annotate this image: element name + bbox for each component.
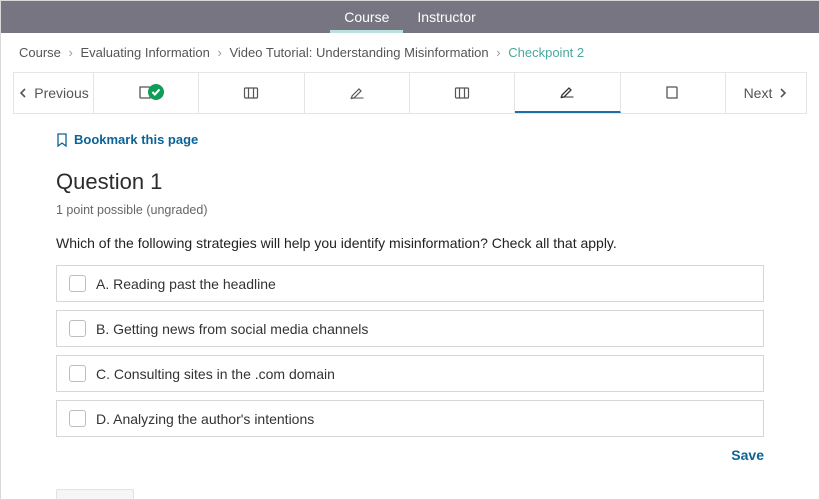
- edit-icon: [349, 85, 365, 101]
- top-nav: Course Instructor: [1, 1, 819, 33]
- next-label: Next: [744, 85, 773, 101]
- submit-button[interactable]: Submit: [56, 489, 134, 500]
- unit-tab-3[interactable]: [305, 73, 410, 113]
- unit-tab-6[interactable]: [621, 73, 726, 113]
- points-text: 1 point possible (ungraded): [56, 203, 764, 217]
- book-icon: [665, 85, 681, 101]
- unit-tab-4[interactable]: [410, 73, 515, 113]
- unit-tab-2[interactable]: [199, 73, 304, 113]
- edit-icon: [559, 84, 575, 100]
- choice-b-checkbox[interactable]: [69, 320, 86, 337]
- unit-tab-1[interactable]: [94, 73, 199, 113]
- sequence-nav: Previous Next: [13, 72, 807, 114]
- chevron-right-icon: ›: [496, 45, 500, 60]
- choice-d-checkbox[interactable]: [69, 410, 86, 427]
- choice-b[interactable]: B. Getting news from social media channe…: [56, 310, 764, 347]
- next-button[interactable]: Next: [726, 73, 806, 113]
- chevron-right-icon: ›: [218, 45, 222, 60]
- chevron-right-icon: [778, 88, 788, 98]
- chevron-right-icon: ›: [69, 45, 73, 60]
- video-icon: [243, 85, 259, 101]
- previous-label: Previous: [34, 85, 88, 101]
- unit-tab-5-active[interactable]: [515, 73, 620, 113]
- breadcrumb-item[interactable]: Evaluating Information: [81, 45, 210, 60]
- previous-button[interactable]: Previous: [14, 73, 94, 113]
- breadcrumb-item[interactable]: Course: [19, 45, 61, 60]
- check-icon: [148, 84, 164, 100]
- choice-d[interactable]: D. Analyzing the author's intentions: [56, 400, 764, 437]
- choice-a[interactable]: A. Reading past the headline: [56, 265, 764, 302]
- nav-instructor[interactable]: Instructor: [403, 1, 489, 33]
- question-prompt: Which of the following strategies will h…: [56, 235, 764, 251]
- choice-a-label: A. Reading past the headline: [96, 276, 276, 292]
- choice-b-label: B. Getting news from social media channe…: [96, 321, 368, 337]
- bookmark-label: Bookmark this page: [74, 132, 198, 147]
- content-area: Bookmark this page Question 1 1 point po…: [1, 114, 819, 500]
- chevron-left-icon: [18, 88, 28, 98]
- bookmark-button[interactable]: Bookmark this page: [56, 132, 764, 147]
- breadcrumb-item[interactable]: Video Tutorial: Understanding Misinforma…: [229, 45, 488, 60]
- video-icon: [454, 85, 470, 101]
- bookmark-icon: [56, 133, 68, 147]
- save-button[interactable]: Save: [731, 447, 764, 463]
- question-title: Question 1: [56, 169, 764, 195]
- choice-a-checkbox[interactable]: [69, 275, 86, 292]
- breadcrumb: Course › Evaluating Information › Video …: [1, 33, 819, 72]
- choice-c[interactable]: C. Consulting sites in the .com domain: [56, 355, 764, 392]
- choice-c-checkbox[interactable]: [69, 365, 86, 382]
- choice-c-label: C. Consulting sites in the .com domain: [96, 366, 335, 382]
- choice-d-label: D. Analyzing the author's intentions: [96, 411, 314, 427]
- nav-course[interactable]: Course: [330, 1, 403, 33]
- breadcrumb-current: Checkpoint 2: [508, 45, 584, 60]
